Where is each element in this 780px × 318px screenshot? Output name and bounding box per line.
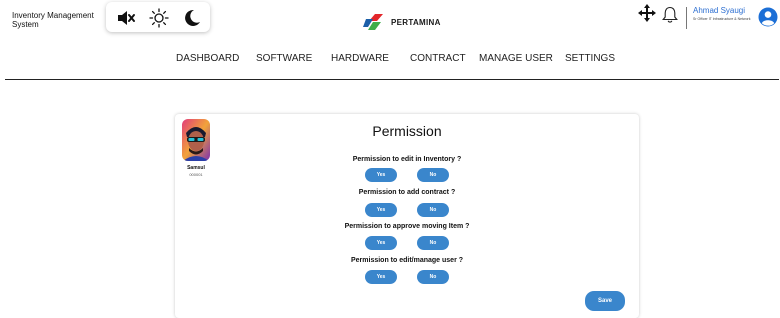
mute-icon[interactable] bbox=[116, 8, 136, 28]
approve-moving-yes-button[interactable]: Yes bbox=[365, 236, 397, 250]
pertamina-logo-icon bbox=[363, 14, 383, 30]
permission-title: Permission bbox=[372, 123, 442, 139]
approve-moving-no-button[interactable]: No bbox=[417, 236, 449, 250]
user-name[interactable]: Ahmad Syaugi bbox=[693, 6, 745, 15]
question-manage-user: Permission to edit/manage user ? bbox=[350, 257, 464, 264]
add-contract-no-button[interactable]: No bbox=[417, 203, 449, 217]
edit-inventory-yes-button[interactable]: Yes bbox=[365, 168, 397, 182]
move-icon[interactable] bbox=[638, 4, 656, 27]
question-edit-inventory: Permission to edit in Inventory ? bbox=[352, 156, 462, 163]
user-avatar-icon[interactable] bbox=[758, 7, 778, 32]
nav-dashboard[interactable]: DASHBOARD bbox=[176, 53, 239, 64]
sun-icon[interactable] bbox=[149, 8, 169, 28]
nav-hardware[interactable]: HARDWARE bbox=[331, 53, 389, 64]
edit-inventory-no-button[interactable]: No bbox=[417, 168, 449, 182]
nav-manage-user[interactable]: MANAGE USER bbox=[479, 53, 553, 64]
nav-software[interactable]: SOFTWARE bbox=[256, 53, 312, 64]
manage-user-no-button[interactable]: No bbox=[417, 270, 449, 284]
nav-settings[interactable]: SETTINGS bbox=[565, 53, 615, 64]
user-divider bbox=[686, 7, 687, 29]
member-name: Samsul bbox=[187, 165, 205, 171]
moon-icon[interactable] bbox=[182, 8, 202, 28]
brand-name: PERTAMINA bbox=[391, 18, 441, 27]
add-contract-yes-button[interactable]: Yes bbox=[365, 203, 397, 217]
nav-divider bbox=[5, 79, 779, 80]
permission-card: Samsul 000001 Permission Permission to e… bbox=[175, 114, 639, 318]
theme-toolbar bbox=[106, 2, 210, 32]
question-approve-moving-item: Permission to approve moving Item ? bbox=[344, 223, 470, 230]
app-title: Inventory Management System bbox=[12, 11, 94, 29]
user-role: Sr Officer IT Infrastructure & Network bbox=[693, 17, 751, 21]
bell-icon[interactable] bbox=[662, 6, 678, 29]
manage-user-yes-button[interactable]: Yes bbox=[365, 270, 397, 284]
main-nav: DASHBOARD SOFTWARE HARDWARE CONTRACT MAN… bbox=[0, 53, 780, 65]
save-button[interactable]: Save bbox=[585, 291, 625, 311]
question-add-contract: Permission to add contract ? bbox=[358, 189, 456, 196]
member-id: 000001 bbox=[189, 172, 203, 177]
nav-contract[interactable]: CONTRACT bbox=[410, 53, 466, 64]
